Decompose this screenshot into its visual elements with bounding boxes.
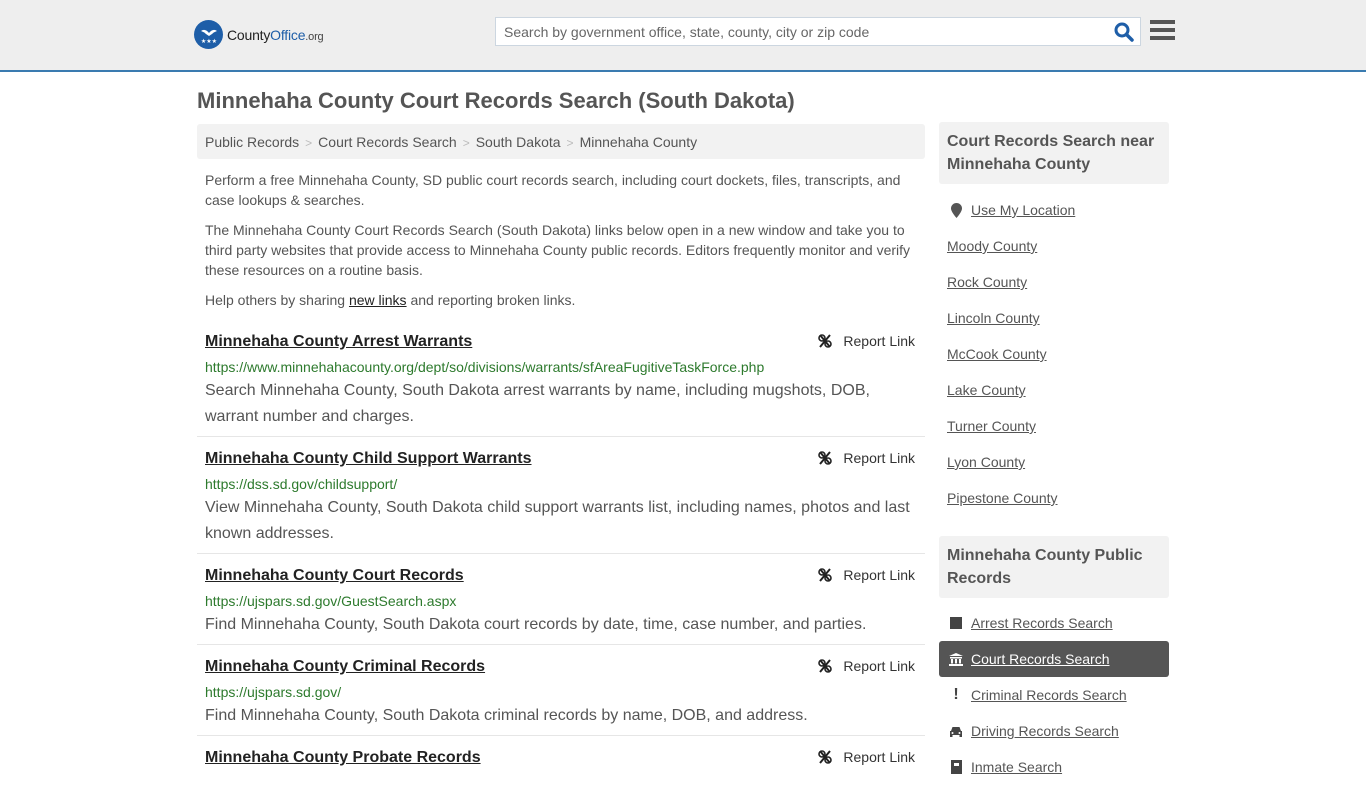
report-link-button[interactable]: Report Link (817, 749, 915, 765)
search-icon[interactable] (1114, 22, 1134, 42)
car-icon (949, 724, 963, 738)
intro-paragraph: Perform a free Minnehaha County, SD publ… (205, 172, 901, 208)
report-link-button[interactable]: Report Link (817, 658, 915, 674)
exclamation-icon: ! (953, 686, 959, 703)
sidebar-item-inmate-search[interactable]: Inmate Search (939, 749, 1169, 785)
sidebar-item-label[interactable]: Driving Records Search (971, 723, 1119, 739)
report-link-button[interactable]: Report Link (817, 567, 915, 583)
listing-title-link[interactable]: Minnehaha County Arrest Warrants (205, 333, 472, 351)
site-logo[interactable]: ★★★ CountyOffice.org (194, 20, 324, 49)
listing-description: Find Minnehaha County, South Dakota cour… (205, 616, 867, 633)
search-box (495, 17, 1141, 46)
nearby-heading: Court Records Search near Minnehaha Coun… (939, 122, 1169, 184)
sidebar-item-label[interactable]: Inmate Search (971, 759, 1062, 775)
new-links-link[interactable]: new links (349, 292, 407, 308)
share-paragraph: Help others by sharing new links and rep… (205, 292, 576, 308)
listing-url[interactable]: https://ujspars.sd.gov/GuestSearch.aspx (205, 593, 456, 609)
nearby-county-link[interactable]: Lake County (947, 382, 1026, 398)
listing-description: Find Minnehaha County, South Dakota crim… (205, 707, 808, 724)
listing-title-link[interactable]: Minnehaha County Court Records (205, 567, 464, 585)
svg-text:★★★: ★★★ (200, 38, 216, 45)
broken-link-icon (818, 334, 833, 348)
breadcrumb: Public Records > Court Records Search > Sout… (197, 124, 925, 159)
logo-text: CountyOffice.org (227, 26, 324, 43)
breadcrumb-separator: > (566, 136, 574, 150)
listing-url[interactable]: https://dss.sd.gov/childsupport/ (205, 476, 397, 492)
logo-eagle-icon: ★★★ (194, 20, 223, 49)
nearby-county-link[interactable]: McCook County (947, 346, 1047, 362)
listing-item: Minnehaha County Court Records Report Li… (197, 561, 925, 645)
use-my-location-link[interactable]: Use My Location (971, 202, 1075, 218)
broken-link-icon (818, 750, 833, 764)
broken-link-icon (818, 451, 833, 465)
listing-title-link[interactable]: Minnehaha County Probate Records (205, 749, 481, 767)
listing-item: Minnehaha County Criminal Records Report… (197, 652, 925, 736)
breadcrumb-separator: > (305, 136, 313, 150)
map-marker-icon (949, 202, 963, 218)
listing-description: Search Minnehaha County, South Dakota ar… (205, 382, 870, 425)
intro-paragraph: The Minnehaha County Court Records Searc… (205, 222, 911, 278)
sidebar-item-label[interactable]: Criminal Records Search (971, 687, 1127, 703)
sidebar-item-arrest-records[interactable]: Arrest Records Search (939, 605, 1169, 641)
use-my-location[interactable]: Use My Location (939, 192, 1169, 228)
courthouse-icon (949, 652, 963, 666)
page-title: Minnehaha County Court Records Search (S… (197, 88, 795, 113)
listing-url[interactable]: https://www.minnehahacounty.org/dept/so/… (205, 359, 764, 375)
intro-text: Perform a free Minnehaha County, SD publ… (205, 170, 920, 320)
broken-link-icon (818, 568, 833, 582)
listing-title-link[interactable]: Minnehaha County Criminal Records (205, 658, 485, 676)
sidebar-item-driving-records[interactable]: Driving Records Search (939, 713, 1169, 749)
nearby-county-link[interactable]: Turner County (947, 418, 1036, 434)
breadcrumb-minnehaha-county[interactable]: Minnehaha County (580, 134, 698, 150)
nearby-county-link[interactable]: Lincoln County (947, 310, 1040, 326)
hamburger-menu-icon[interactable] (1150, 20, 1175, 42)
report-link-button[interactable]: Report Link (817, 333, 915, 349)
breadcrumb-separator: > (462, 136, 470, 150)
report-link-button[interactable]: Report Link (817, 450, 915, 466)
square-icon (949, 616, 963, 630)
listing-description: View Minnehaha County, South Dakota chil… (205, 499, 910, 542)
broken-link-icon (818, 659, 833, 673)
public-records-heading: Minnehaha County Public Records (939, 536, 1169, 598)
listing-item: Minnehaha County Child Support Warrants … (197, 444, 925, 554)
sidebar-item-court-records[interactable]: Court Records Search (939, 641, 1169, 677)
listing-url[interactable]: https://ujspars.sd.gov/ (205, 684, 341, 700)
search-input[interactable] (496, 18, 1096, 45)
breadcrumb-court-records-search[interactable]: Court Records Search (318, 134, 457, 150)
sidebar-item-criminal-records[interactable]: ! Criminal Records Search (939, 677, 1169, 713)
nearby-county-link[interactable]: Pipestone County (947, 490, 1058, 506)
breadcrumb-south-dakota[interactable]: South Dakota (476, 134, 561, 150)
site-header: ★★★ CountyOffice.org (0, 0, 1366, 72)
sidebar-item-label[interactable]: Arrest Records Search (971, 615, 1113, 631)
listing-item: Minnehaha County Probate Records Report … (197, 743, 925, 803)
nearby-county-link[interactable]: Rock County (947, 274, 1027, 290)
breadcrumb-public-records[interactable]: Public Records (205, 134, 299, 150)
id-card-icon (949, 760, 963, 774)
listing-title-link[interactable]: Minnehaha County Child Support Warrants (205, 450, 532, 468)
listing-item: Minnehaha County Arrest Warrants Report … (197, 327, 925, 437)
nearby-county-link[interactable]: Moody County (947, 238, 1037, 254)
nearby-county-link[interactable]: Lyon County (947, 454, 1025, 470)
sidebar-item-label[interactable]: Court Records Search (971, 651, 1110, 667)
